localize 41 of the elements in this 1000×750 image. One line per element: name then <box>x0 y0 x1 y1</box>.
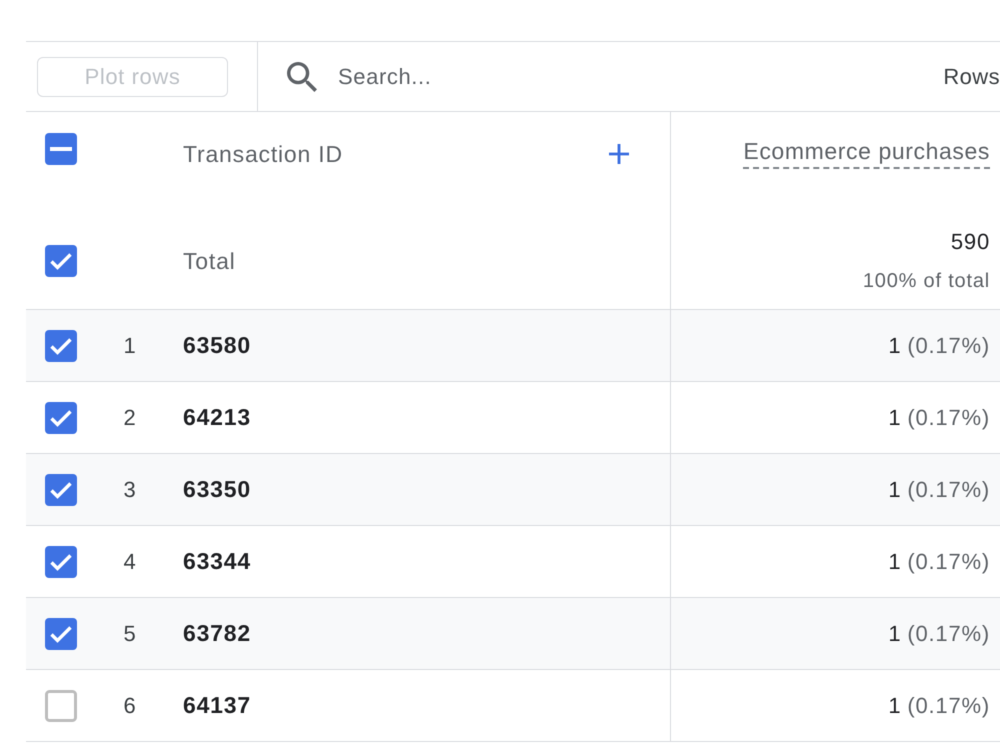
metric-value: 1 <box>888 620 902 646</box>
metric-share: (0.17%) <box>907 404 990 430</box>
row-index: 5 <box>123 620 137 646</box>
transaction-id: 63344 <box>183 548 251 575</box>
search-icon <box>287 62 317 92</box>
checkbox[interactable] <box>45 474 77 506</box>
row-index: 6 <box>123 692 137 718</box>
metric-share: (0.17%) <box>907 548 990 574</box>
metric-value: 1 <box>888 332 902 358</box>
metric-value: 1 <box>888 476 902 502</box>
checkbox[interactable] <box>45 690 77 722</box>
metric-value: 1 <box>888 548 902 574</box>
column-header[interactable]: Transaction ID <box>183 139 343 169</box>
metric-value: 1 <box>888 404 902 430</box>
metric-share: (0.17%) <box>907 332 990 358</box>
metric-share: (0.17%) <box>907 476 990 502</box>
metric-share: (0.17%) <box>907 620 990 646</box>
row-index: 3 <box>123 476 137 502</box>
plus-icon[interactable] <box>609 144 629 164</box>
checkbox[interactable] <box>45 546 77 578</box>
row-index: 1 <box>123 332 137 358</box>
metric-value: 1 <box>888 692 902 718</box>
transaction-id: 63580 <box>183 332 251 359</box>
checkbox[interactable] <box>45 245 77 277</box>
checkbox[interactable] <box>45 402 77 434</box>
checkbox[interactable] <box>45 133 77 165</box>
transaction-id: 63350 <box>183 476 251 503</box>
row-index: 2 <box>123 404 137 430</box>
total-value: 590 <box>950 228 990 256</box>
total-share: 100% of total <box>862 268 990 294</box>
total-label: Total <box>183 248 236 274</box>
column-header[interactable]: Ecommerce purchases <box>743 136 990 169</box>
rows-label: Rows <box>943 64 1000 90</box>
transaction-id: 64213 <box>183 404 251 431</box>
transaction-id: 64137 <box>183 692 251 719</box>
checkbox[interactable] <box>45 330 77 362</box>
checkbox[interactable] <box>45 618 77 650</box>
row-index: 4 <box>123 548 137 574</box>
search-field[interactable]: Search... <box>338 60 934 94</box>
transaction-id: 63782 <box>183 620 251 647</box>
metric-share: (0.17%) <box>907 692 990 718</box>
